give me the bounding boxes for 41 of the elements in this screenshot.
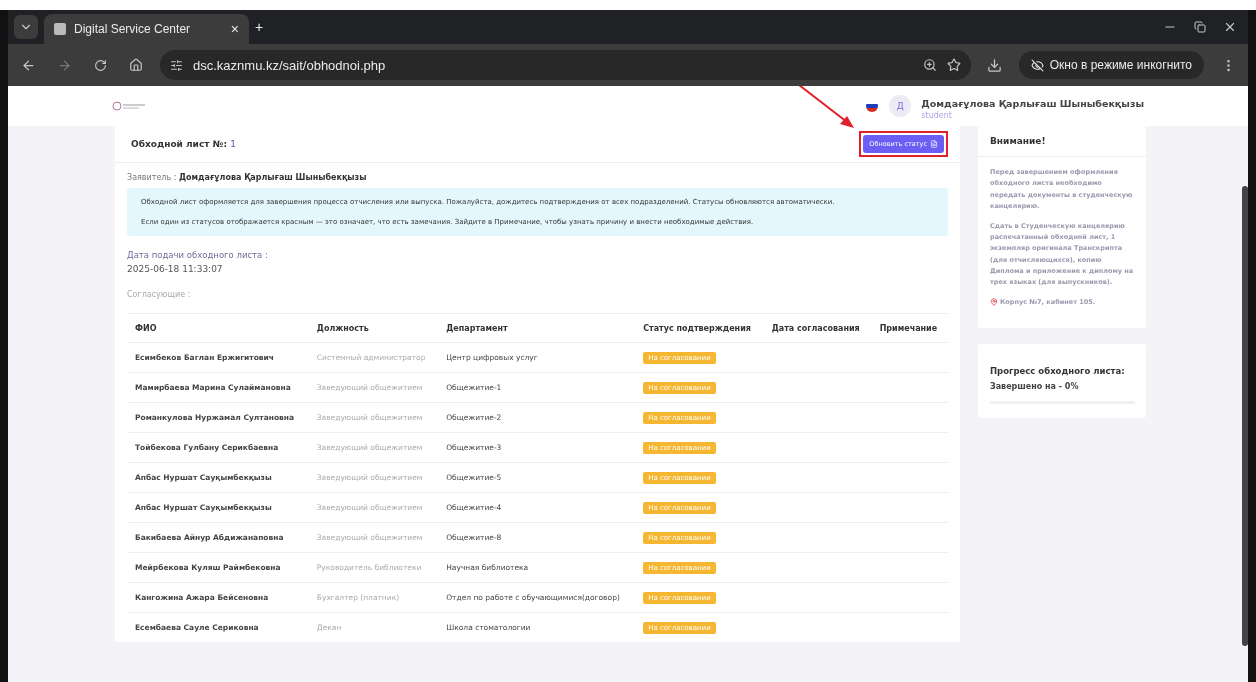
date-label: Дата подачи обходного листа : <box>127 250 269 260</box>
bookmark-star-icon[interactable] <box>946 58 961 72</box>
user-name: Домдағұлова Қарлығаш Шыныбекқызы <box>921 98 1144 109</box>
progress-label: Завершено на - 0% <box>990 382 1080 392</box>
incognito-button[interactable]: Окно в режиме инкогнито <box>1018 51 1204 79</box>
document-icon <box>930 140 938 148</box>
restore-icon[interactable] <box>1194 21 1206 33</box>
date-text: 2025-06-18 11:33:07 <box>127 264 224 274</box>
tab-title: Digital Service Center <box>74 22 192 36</box>
zoom-icon[interactable] <box>922 58 937 72</box>
logo-drawing <box>112 101 146 111</box>
close-icon[interactable] <box>1223 20 1237 34</box>
new-tab-button[interactable]: + <box>255 19 264 35</box>
favicon-icon <box>54 23 66 35</box>
tab-list-button[interactable] <box>14 15 38 39</box>
address-bar[interactable]: dsc.kaznmu.kz/sait/obhodnoi.php <box>160 50 971 80</box>
column-header: Статус подтверждения <box>635 313 764 343</box>
approvers-label: Согласующие : <box>127 290 192 299</box>
applicant-text: Заявитель : Домдағұлова Қарлығаш Шыныбекқызы <box>127 173 368 182</box>
home-icon[interactable] <box>129 58 143 72</box>
user-avatar[interactable]: Д <box>889 95 912 117</box>
column-header: Примечание <box>871 313 948 343</box>
sheet-title: Обходной лист №: 1 <box>131 139 236 149</box>
browser-tab[interactable]: Digital Service Center × <box>44 14 249 44</box>
download-icon[interactable] <box>987 57 1003 73</box>
attention-title: Внимание! <box>978 126 1146 157</box>
url-text: dsc.kaznmu.kz/sait/obhodnoi.php <box>193 57 387 73</box>
column-header: Департамент <box>438 313 636 343</box>
incognito-icon <box>1030 58 1044 72</box>
progress-title: Прогресс обходного листа: <box>990 366 1126 377</box>
column-header: Дата согласования <box>763 313 872 343</box>
site-settings-icon[interactable] <box>170 58 183 72</box>
reload-icon[interactable] <box>93 58 107 72</box>
scrollbar-thumb[interactable] <box>1242 186 1248 646</box>
user-role: student <box>921 111 953 120</box>
forward-arrow-icon[interactable] <box>56 57 72 73</box>
back-arrow-icon[interactable] <box>20 57 36 73</box>
pin-icon <box>990 298 998 307</box>
close-tab-button[interactable]: × <box>230 21 239 37</box>
column-header: Должность <box>308 313 439 343</box>
column-header: ФИО <box>127 313 309 343</box>
